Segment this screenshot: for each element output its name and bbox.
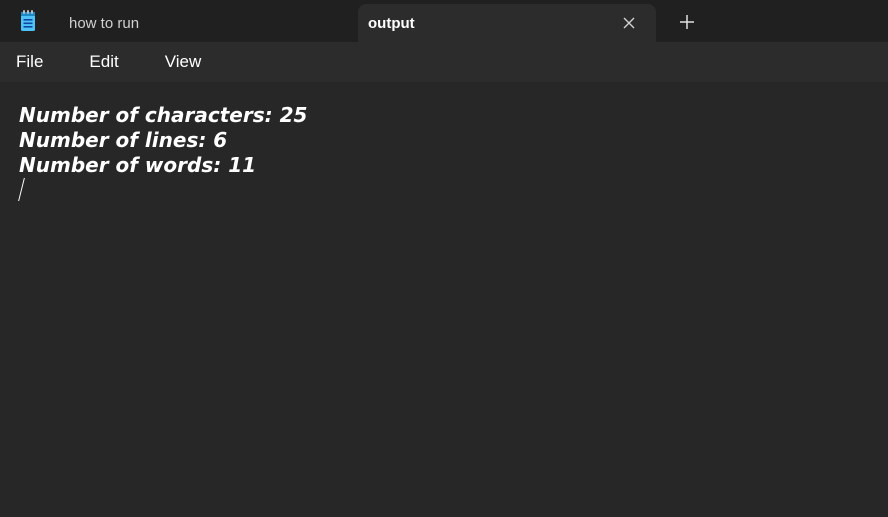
text-editor[interactable]: Number of characters: 25 Number of lines… (0, 82, 888, 517)
tab-output[interactable]: output (358, 4, 656, 42)
menu-file[interactable]: File (8, 46, 51, 78)
menu-bar: File Edit View (0, 42, 888, 82)
menu-edit[interactable]: Edit (81, 46, 126, 78)
editor-line: Number of words: 11 (19, 153, 257, 177)
tab-label: how to run (69, 14, 140, 32)
tab-label: output (368, 14, 415, 32)
close-icon[interactable] (620, 14, 638, 32)
tab-how-to-run[interactable]: how to run (56, 4, 356, 42)
plus-icon[interactable] (676, 11, 698, 33)
tab-strip: how to run output (0, 0, 888, 42)
notepad-icon (21, 10, 35, 31)
editor-line: Number of lines: 6 (19, 128, 228, 152)
text-caret (18, 178, 25, 201)
editor-line: Number of characters: 25 (19, 103, 308, 127)
notepad-window: how to run output File Edit View Number … (0, 0, 888, 517)
menu-view[interactable]: View (157, 46, 210, 78)
